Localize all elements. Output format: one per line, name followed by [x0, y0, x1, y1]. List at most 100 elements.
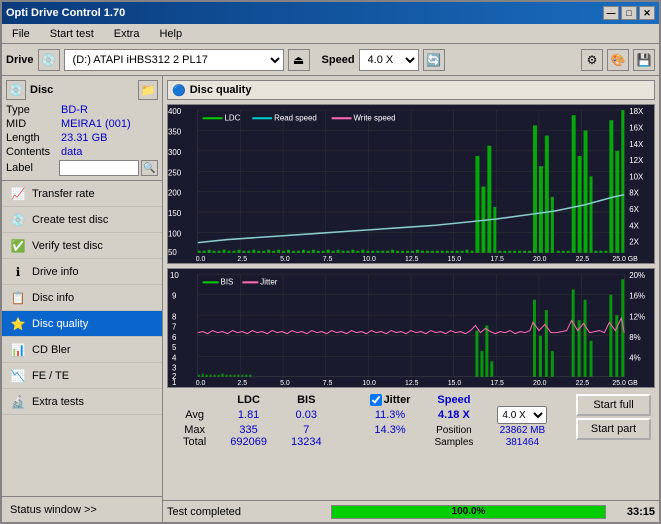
svg-text:Write speed: Write speed	[353, 113, 395, 122]
svg-text:150: 150	[168, 209, 182, 218]
svg-text:12%: 12%	[629, 312, 645, 321]
drive-icon: 💿	[38, 49, 60, 71]
disc-length-label: Length	[6, 132, 61, 144]
disc-length-row: Length 23.31 GB	[6, 132, 158, 144]
refresh-button[interactable]: 🔄	[423, 49, 445, 71]
start-full-button[interactable]: Start full	[576, 394, 651, 416]
max-bis: 7	[279, 424, 334, 436]
sidebar-item-create-test-disc[interactable]: 💿 Create test disc	[2, 207, 162, 233]
max-position: 23862 MB	[485, 424, 559, 436]
svg-text:2X: 2X	[629, 238, 639, 247]
app-title: Opti Drive Control 1.70	[6, 7, 125, 19]
status-window-button[interactable]: Status window >>	[2, 496, 162, 522]
disc-browse-icon[interactable]: 📁	[138, 80, 158, 100]
max-label: Max	[171, 424, 218, 436]
position-label: Position	[422, 424, 485, 436]
title-bar: Opti Drive Control 1.70 — □ ✕	[2, 2, 659, 24]
nav-disc-quality-label: Disc quality	[32, 318, 88, 330]
svg-text:10.0: 10.0	[362, 256, 376, 263]
panel-icon: 🔵	[172, 84, 186, 97]
svg-text:50: 50	[168, 248, 177, 257]
svg-text:5: 5	[172, 343, 177, 352]
minimize-button[interactable]: —	[603, 6, 619, 20]
svg-text:250: 250	[168, 168, 182, 177]
svg-text:5.0: 5.0	[280, 380, 290, 387]
svg-text:12X: 12X	[629, 156, 644, 165]
progress-bar-container: 100.0%	[331, 505, 606, 519]
speed-setting-select[interactable]: 4.0 X	[497, 406, 547, 424]
svg-text:Jitter: Jitter	[260, 277, 277, 286]
svg-text:16%: 16%	[629, 292, 645, 301]
disc-mid-label: MID	[6, 118, 61, 130]
speed-select[interactable]: 4.0 X	[359, 49, 419, 71]
sidebar-item-disc-quality[interactable]: ⭐ Disc quality	[2, 311, 162, 337]
sidebar-item-cd-bler[interactable]: 📊 CD Bler	[2, 337, 162, 363]
svg-text:5.0: 5.0	[280, 256, 290, 263]
svg-text:1: 1	[172, 378, 177, 387]
svg-text:2.5: 2.5	[237, 380, 247, 387]
bottom-chart-svg: 20% 16% 12% 8% 4% 10 9 8 7 6 5 4 3	[168, 269, 654, 387]
menu-file[interactable]: File	[6, 26, 36, 42]
jitter-checkbox[interactable]	[370, 394, 382, 406]
nav-disc-info-label: Disc info	[32, 292, 74, 304]
svg-text:14X: 14X	[629, 140, 644, 149]
svg-text:16X: 16X	[629, 123, 644, 132]
sidebar: 💿 Disc 📁 Type BD-R MID MEIRA1 (001) Leng…	[2, 76, 163, 522]
max-ldc: 335	[218, 424, 279, 436]
stats-table: LDC BIS Jitter Speed	[171, 394, 568, 448]
menu-starttest[interactable]: Start test	[44, 26, 100, 42]
avg-jitter: 11.3%	[358, 406, 423, 424]
svg-text:100: 100	[168, 229, 182, 238]
progress-text: 100.0%	[332, 506, 605, 518]
ldc-header: LDC	[218, 394, 279, 406]
verify-test-disc-icon: ✅	[10, 238, 26, 254]
content-area: 🔵 Disc quality	[163, 76, 659, 522]
sidebar-item-transfer-rate[interactable]: 📈 Transfer rate	[2, 181, 162, 207]
svg-text:15.0: 15.0	[448, 380, 462, 387]
menu-bar: File Start test Extra Help	[2, 24, 659, 44]
svg-text:4: 4	[172, 353, 177, 362]
sidebar-item-fe-te[interactable]: 📉 FE / TE	[2, 363, 162, 389]
fe-te-icon: 📉	[10, 368, 26, 384]
color-button[interactable]: 🎨	[607, 49, 629, 71]
save-button[interactable]: 💾	[633, 49, 655, 71]
main-window: Opti Drive Control 1.70 — □ ✕ File Start…	[0, 0, 661, 524]
svg-text:8: 8	[172, 312, 177, 321]
max-jitter: 14.3%	[358, 424, 423, 436]
disc-label-button[interactable]: 🔍	[141, 160, 158, 176]
nav-cd-bler-label: CD Bler	[32, 344, 71, 356]
disc-type-value: BD-R	[61, 104, 88, 116]
svg-text:Read speed: Read speed	[274, 113, 317, 122]
svg-text:20.0: 20.0	[533, 256, 547, 263]
nav-extra-tests-label: Extra tests	[32, 396, 84, 408]
eject-button[interactable]: ⏏	[288, 49, 310, 71]
nav-create-test-disc-label: Create test disc	[32, 214, 108, 226]
sidebar-item-drive-info[interactable]: ℹ Drive info	[2, 259, 162, 285]
sidebar-item-verify-test-disc[interactable]: ✅ Verify test disc	[2, 233, 162, 259]
svg-text:7.5: 7.5	[323, 380, 333, 387]
disc-label-label: Label	[6, 162, 59, 174]
bis-header: BIS	[279, 394, 334, 406]
menu-extra[interactable]: Extra	[108, 26, 146, 42]
menu-help[interactable]: Help	[153, 26, 188, 42]
time-display: 33:15	[614, 506, 659, 518]
speed-label: Speed	[322, 54, 355, 66]
cd-bler-icon: 📊	[10, 342, 26, 358]
sidebar-item-extra-tests[interactable]: 🔬 Extra tests	[2, 389, 162, 415]
total-ldc: 692069	[218, 436, 279, 448]
settings-button[interactable]: ⚙	[581, 49, 603, 71]
drive-select[interactable]: (D:) ATAPI iHBS312 2 PL17	[64, 49, 284, 71]
svg-text:17.5: 17.5	[490, 380, 504, 387]
disc-type-row: Type BD-R	[6, 104, 158, 116]
close-button[interactable]: ✕	[639, 6, 655, 20]
transfer-rate-icon: 📈	[10, 186, 26, 202]
svg-text:18X: 18X	[629, 107, 644, 116]
disc-label-input[interactable]	[59, 160, 139, 176]
status-text: Test completed	[163, 506, 323, 518]
maximize-button[interactable]: □	[621, 6, 637, 20]
sidebar-item-disc-info[interactable]: 📋 Disc info	[2, 285, 162, 311]
total-samples: 381464	[485, 436, 559, 448]
svg-text:20.0: 20.0	[533, 380, 547, 387]
disc-contents-row: Contents data	[6, 146, 158, 158]
start-part-button[interactable]: Start part	[576, 418, 651, 440]
